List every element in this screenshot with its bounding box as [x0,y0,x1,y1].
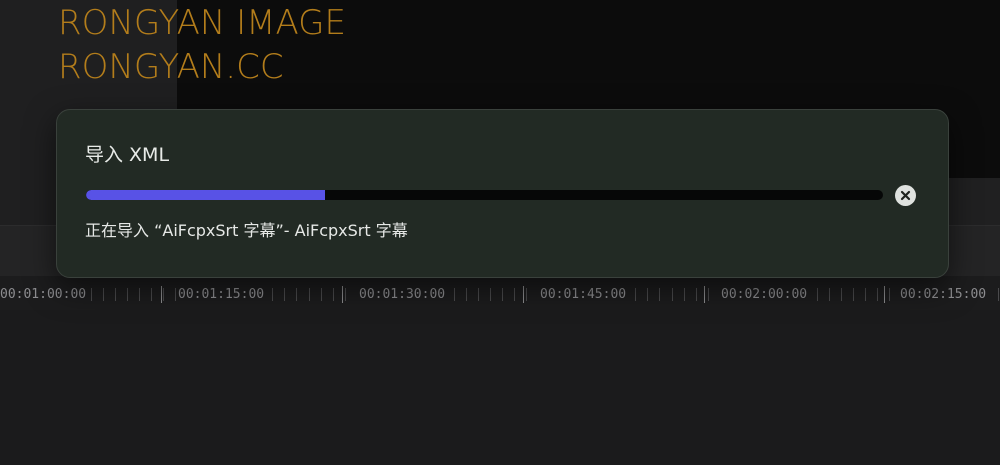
ruler-tick [877,288,878,301]
ruler-tick [502,288,503,301]
ruler-timecode: 00:01:15:00 [176,287,267,303]
timeline-track-area[interactable] [0,310,1000,465]
ruler-tick [103,288,104,301]
ruler-tick [490,288,491,301]
ruler-tick [672,288,673,301]
close-icon [900,190,911,201]
ruler-timecode: 00:01:45:00 [538,287,629,303]
import-xml-dialog: 导入 XML 正在导入 “AiFcpxSrt 字幕”- AiFcpxSrt 字幕 [56,109,949,278]
ruler-tick [163,288,164,301]
ruler-tick [526,288,527,301]
ruler-major-tick [161,286,162,303]
import-progress-bar [86,190,883,200]
ruler-tick [454,288,455,301]
import-progress-fill [86,190,326,200]
dialog-title: 导入 XML [85,144,170,166]
ruler-tick [514,288,515,301]
ruler-tick [91,288,92,301]
ruler-tick [684,288,685,301]
ruler-tick [296,288,297,301]
ruler-timecode: 00:01:00:00 [0,287,89,303]
ruler-timecode: 00:02:15:00 [898,287,989,303]
ruler-tick [115,288,116,301]
ruler-tick [829,288,830,301]
ruler-tick [889,288,890,301]
ruler-tick [127,288,128,301]
ruler-tick [865,288,866,301]
ruler-tick [321,288,322,301]
ruler-tick [284,288,285,301]
import-status-text: 正在导入 “AiFcpxSrt 字幕”- AiFcpxSrt 字幕 [85,221,408,240]
ruler-tick [635,288,636,301]
ruler-tick [466,288,467,301]
ruler-tick [272,288,273,301]
timeline-ruler[interactable]: 00:01:00:00 00:01:15:00 00:01:30:00 00:01:4… [0,276,1000,310]
ruler-major-tick [704,286,705,303]
ruler-tick [841,288,842,301]
ruler-tick [647,288,648,301]
ruler-timecode: 00:01:30:00 [357,287,448,303]
ruler-tick [708,288,709,301]
watermark-line-1: RONGYAN IMAGE [58,3,346,43]
ruler-tick [139,288,140,301]
ruler-timecode: 00:02:00:00 [719,287,810,303]
ruler-tick [817,288,818,301]
ruler-tick [998,288,999,301]
cancel-import-button[interactable] [895,185,916,206]
ruler-major-tick [523,286,524,303]
ruler-tick [151,288,152,301]
ruler-tick [345,288,346,301]
ruler-tick [309,288,310,301]
ruler-tick [853,288,854,301]
ruler-major-tick [884,286,885,303]
watermark-line-2: RONGYAN.CC [58,47,284,87]
ruler-tick [333,288,334,301]
ruler-tick [478,288,479,301]
ruler-tick [696,288,697,301]
ruler-major-tick [342,286,343,303]
ruler-tick [659,288,660,301]
